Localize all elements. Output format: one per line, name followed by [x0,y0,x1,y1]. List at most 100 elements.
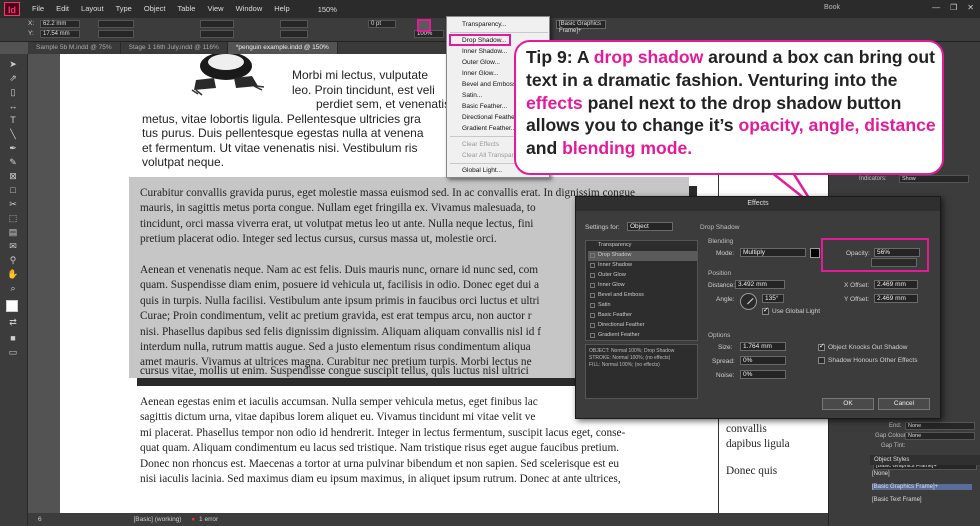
menu-item-directional-feather[interactable]: Directional Feather... [462,114,522,121]
selection-tool-icon[interactable]: ➤ [6,58,20,70]
tab-sample-5b[interactable]: Sample 5b M.indd @ 75% [28,42,121,54]
menu-window[interactable]: Window [230,0,269,18]
x-offset-input[interactable]: 2.469 mm [874,280,918,289]
menu-item-inner-shadow[interactable]: Inner Shadow... [462,48,507,55]
menu-object[interactable]: Object [138,0,172,18]
ok-button[interactable]: OK [822,398,874,410]
type-tool-icon[interactable]: T [6,114,20,126]
page-tool-icon[interactable]: ▯ [6,86,20,98]
honours-effects-checkbox[interactable] [818,357,825,364]
checkbox-icon[interactable] [590,293,595,298]
page-number[interactable]: 6 [38,516,42,523]
checkbox-icon[interactable] [590,273,595,278]
menu-item-global-light[interactable]: Global Light... [462,167,502,174]
workspace-book-label[interactable]: Book [824,4,840,11]
menu-item-gradient-feather[interactable]: Gradient Feather... [462,125,516,132]
close-icon[interactable]: ✕ [967,3,974,12]
free-transform-tool-icon[interactable]: ⬚ [6,212,20,224]
checkbox-icon[interactable] [590,263,595,268]
scale-y-field[interactable] [200,30,234,38]
y-offset-input[interactable]: 2.469 mm [874,294,918,303]
object-style-item[interactable]: [Basic Graphics Frame]+ [872,484,972,490]
checkbox-icon[interactable] [590,313,595,318]
distance-input[interactable]: 3.492 mm [735,280,785,289]
restore-icon[interactable]: ❐ [950,3,957,12]
scissors-tool-icon[interactable]: ✂ [6,198,20,210]
angle-input[interactable]: 135° [762,294,784,303]
menu-item-basic-feather[interactable]: Basic Feather... [462,103,507,110]
x-position-field[interactable]: 62.2 mm [40,20,80,28]
line-tool-icon[interactable]: ╲ [6,128,20,140]
scale-x-field[interactable] [200,20,234,28]
apply-color-icon[interactable]: ■ [6,332,20,344]
list-item-directional-feather[interactable]: Directional Feather [588,321,697,331]
object-style-item[interactable]: [Basic Text Frame] [872,497,922,503]
menu-edit[interactable]: Edit [50,0,75,18]
menu-table[interactable]: Table [172,0,202,18]
preflight-profile[interactable]: [Basic] (working) [133,516,181,523]
zoom-level-field[interactable]: 150% [318,5,337,14]
object-style-item[interactable]: [None] [872,471,890,477]
pen-tool-icon[interactable]: ✒ [6,142,20,154]
knocks-out-shadow-checkbox[interactable] [818,342,825,351]
menu-item-outer-glow[interactable]: Outer Glow... [462,59,500,66]
list-item-outer-glow[interactable]: Outer Glow [588,271,697,281]
rotate-field[interactable] [280,20,308,28]
size-input[interactable]: 1.764 mm [740,342,786,351]
spread-input[interactable]: 0% [740,356,786,365]
pencil-tool-icon[interactable]: ✎ [6,156,20,168]
stroke-weight-field[interactable]: 0 pt [368,20,396,28]
rectangle-tool-icon[interactable]: □ [6,184,20,196]
swap-fill-stroke-icon[interactable]: ⇄ [6,316,20,328]
penguin-image[interactable] [186,54,266,98]
tab-penguin-example[interactable]: *penguin example.indd @ 150% [227,42,338,54]
menu-item-inner-glow[interactable]: Inner Glow... [462,70,499,77]
checkbox-icon[interactable] [590,303,595,308]
menu-type[interactable]: Type [110,0,138,18]
rectangle-frame-tool-icon[interactable]: ⊠ [6,170,20,182]
checkbox-icon[interactable] [590,283,595,288]
settings-for-select[interactable]: Object [627,222,673,231]
preflight-errors[interactable]: 1 error [199,516,218,523]
screen-mode-icon[interactable]: ▭ [6,346,20,358]
list-item-satin[interactable]: Satin [588,301,697,311]
tab-stage-1[interactable]: Stage 1 16th July.indd @ 116% [121,42,228,54]
height-field[interactable] [98,30,134,38]
dialog-title[interactable]: Effects [576,197,940,211]
list-item-inner-glow[interactable]: Inner Glow [588,281,697,291]
list-item-basic-feather[interactable]: Basic Feather [588,311,697,321]
end-select[interactable]: None [905,422,975,430]
eyedropper-tool-icon[interactable]: ⚲ [6,254,20,266]
menu-layout[interactable]: Layout [75,0,110,18]
gap-tool-icon[interactable]: ↔ [6,100,20,112]
menu-item-transparency[interactable]: Transparency... [462,21,506,28]
checkbox-icon[interactable] [590,333,595,338]
list-item-drop-shadow[interactable]: Drop Shadow [588,251,697,261]
object-style-field[interactable]: [Basic Graphics Frame]+ [556,20,606,34]
list-item-inner-shadow[interactable]: Inner Shadow [588,261,697,271]
hand-tool-icon[interactable]: ✋ [6,268,20,280]
shadow-color-swatch[interactable] [810,248,820,258]
use-global-light-checkbox[interactable] [762,306,769,315]
minimize-icon[interactable]: — [932,3,940,12]
noise-input[interactable]: 0% [740,370,786,379]
menu-item-satin[interactable]: Satin... [462,92,482,99]
fx-effects-button[interactable] [417,19,431,32]
shear-field[interactable] [280,30,308,38]
list-item-bevel-emboss[interactable]: Bevel and Emboss [588,291,697,301]
gradient-tool-icon[interactable]: ▤ [6,226,20,238]
list-item-gradient-feather[interactable]: Gradient Feather [588,331,697,341]
note-tool-icon[interactable]: ✉ [6,240,20,252]
zoom-tool-icon[interactable]: ⌕ [6,282,20,294]
y-position-field[interactable]: 17.54 mm [40,30,80,38]
menu-view[interactable]: View [201,0,229,18]
list-item-transparency[interactable]: Transparency [588,241,697,251]
checkbox-icon[interactable] [590,253,595,258]
object-styles-panel-title[interactable]: Object Styles [870,455,980,465]
blend-mode-select[interactable]: Multiply [740,248,806,257]
gap-colour-select[interactable]: None [905,432,975,440]
cancel-button[interactable]: Cancel [878,398,930,410]
checkbox-icon[interactable] [590,323,595,328]
indicators-select[interactable]: Show [899,175,969,183]
direct-selection-tool-icon[interactable]: ⇗ [6,72,20,84]
